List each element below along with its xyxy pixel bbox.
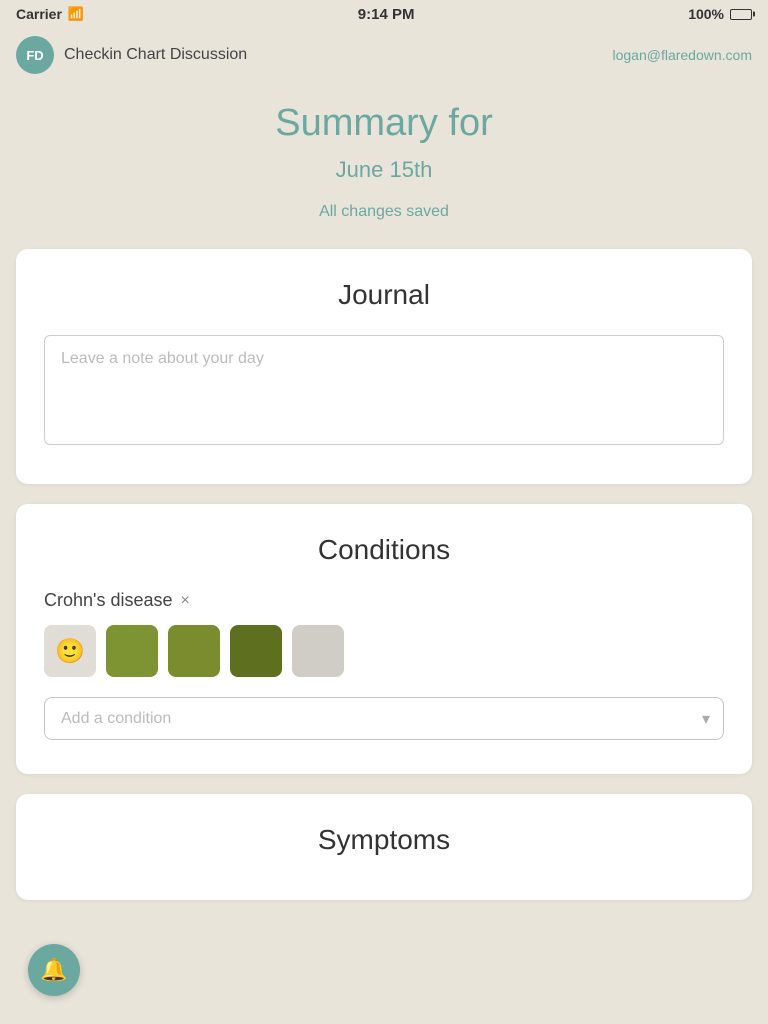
severity-level-4-button[interactable]: [292, 625, 344, 677]
condition-name: Crohn's disease: [44, 590, 173, 611]
status-time: 9:14 PM: [358, 6, 415, 23]
condition-tag: Crohn's disease ×: [44, 590, 190, 611]
journal-title: Journal: [44, 279, 724, 311]
conditions-title: Conditions: [44, 534, 724, 566]
symptoms-card: Symptoms: [16, 794, 752, 900]
severity-level-3-button[interactable]: [230, 625, 282, 677]
severity-smiley-button[interactable]: 🙂: [44, 625, 96, 677]
add-condition-wrapper: Add a condition ▾: [44, 697, 724, 740]
nav-logo: FD Checkin Chart Discussion: [16, 36, 247, 74]
nav-bar: FD Checkin Chart Discussion logan@flared…: [0, 28, 768, 82]
app-logo[interactable]: FD: [16, 36, 54, 74]
nav-email[interactable]: logan@flaredown.com: [612, 47, 752, 63]
status-right: 100%: [688, 6, 752, 22]
conditions-card: Conditions Crohn's disease × 🙂 Add a con…: [16, 504, 752, 774]
add-condition-dropdown[interactable]: Add a condition: [44, 697, 724, 740]
summary-date: June 15th: [16, 157, 752, 183]
wifi-icon: 📶: [68, 6, 84, 22]
notification-fab[interactable]: 🔔: [28, 944, 80, 996]
status-bar: Carrier 📶 9:14 PM 100%: [0, 0, 768, 28]
journal-textarea[interactable]: [44, 335, 724, 445]
journal-card: Journal: [16, 249, 752, 484]
status-left: Carrier 📶: [16, 6, 84, 22]
summary-title: Summary for: [16, 102, 752, 145]
page-content: Summary for June 15th All changes saved …: [0, 82, 768, 940]
carrier-label: Carrier: [16, 6, 62, 22]
symptoms-title: Symptoms: [44, 824, 724, 856]
bell-icon: 🔔: [40, 957, 67, 983]
severity-buttons: 🙂: [44, 625, 724, 677]
severity-level-2-button[interactable]: [168, 625, 220, 677]
condition-remove-button[interactable]: ×: [181, 592, 190, 610]
battery-percent: 100%: [688, 6, 724, 22]
battery-icon: [730, 9, 752, 20]
severity-level-1-button[interactable]: [106, 625, 158, 677]
smiley-icon: 🙂: [55, 637, 85, 666]
saved-status: All changes saved: [16, 203, 752, 221]
nav-title: Checkin Chart Discussion: [64, 46, 247, 64]
